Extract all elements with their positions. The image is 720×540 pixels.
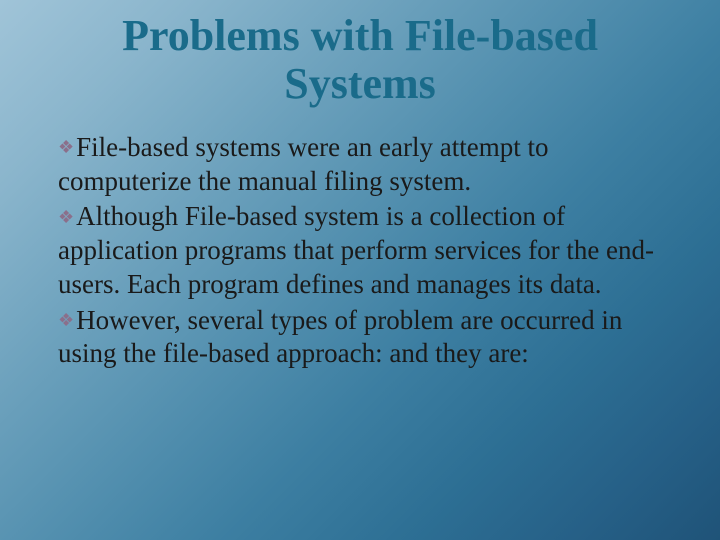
presentation-slide: Problems with File-based Systems ❖File-b… (0, 0, 720, 540)
bullet-text: File-based systems were an early attempt… (58, 132, 549, 196)
slide-title: Problems with File-based Systems (50, 12, 670, 109)
slide-content: ❖File-based systems were an early attemp… (50, 131, 670, 371)
bullet-text: Although File-based system is a collecti… (58, 201, 654, 299)
bullet-point: ❖However, several types of problem are o… (58, 304, 670, 372)
bullet-text: However, several types of problem are oc… (58, 305, 622, 369)
diamond-bullet-icon: ❖ (58, 136, 74, 159)
bullet-point: ❖Although File-based system is a collect… (58, 200, 670, 301)
diamond-bullet-icon: ❖ (58, 206, 74, 229)
diamond-bullet-icon: ❖ (58, 309, 74, 332)
bullet-point: ❖File-based systems were an early attemp… (58, 131, 670, 199)
